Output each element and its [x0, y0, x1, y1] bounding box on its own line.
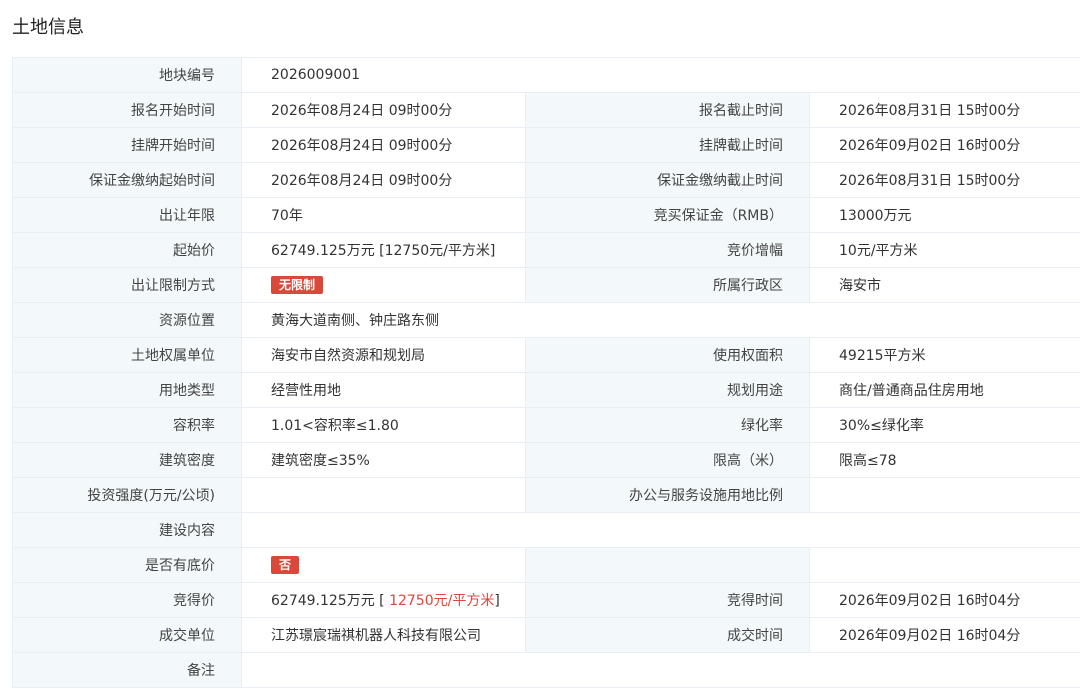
- label-land-owner: 土地权属单位: [12, 337, 242, 373]
- label-deposit-start: 保证金缴纳起始时间: [12, 162, 242, 198]
- value-winning-price: 62749.125万元 [ 12750元/平方米]: [241, 582, 526, 618]
- value-height-limit: 限高≤78: [808, 442, 1080, 478]
- table-row: 资源位置 黄海大道南侧、钟庄路东侧: [12, 302, 1080, 338]
- table-row: 挂牌开始时间 2026年08月24日 09时00分 挂牌截止时间 2026年09…: [12, 127, 1080, 163]
- value-transfer-term: 70年: [241, 197, 526, 233]
- label-building-density: 建筑密度: [12, 442, 242, 478]
- label-use-area: 使用权面积: [525, 337, 810, 373]
- value-empty: [808, 547, 1080, 583]
- value-resource-location: 黄海大道南侧、钟庄路东侧: [240, 302, 1080, 338]
- label-restriction-method: 出让限制方式: [12, 267, 242, 303]
- table-row: 竞得价 62749.125万元 [ 12750元/平方米] 竞得时间 2026年…: [12, 582, 1080, 618]
- label-district: 所属行政区: [525, 267, 810, 303]
- label-winning-time: 竞得时间: [525, 582, 810, 618]
- value-plot-ratio: 1.01<容积率≤1.80: [241, 407, 526, 443]
- table-row: 建筑密度 建筑密度≤35% 限高（米） 限高≤78: [12, 442, 1080, 478]
- value-winning-time: 2026年09月02日 16时04分: [808, 582, 1080, 618]
- table-row: 土地权属单位 海安市自然资源和规划局 使用权面积 49215平方米: [12, 337, 1080, 373]
- label-height-limit: 限高（米）: [525, 442, 810, 478]
- label-green-ratio: 绿化率: [525, 407, 810, 443]
- label-parcel-number: 地块编号: [12, 57, 242, 93]
- value-deal-unit: 江苏璟宸瑞祺机器人科技有限公司: [241, 617, 526, 653]
- winning-price-bracket: ]: [494, 593, 500, 609]
- label-reserve-price: 是否有底价: [12, 547, 242, 583]
- value-restriction-method: 无限制: [241, 267, 526, 303]
- value-use-area: 49215平方米: [808, 337, 1080, 373]
- winning-price-total: 62749.125万元 [: [271, 593, 390, 609]
- label-starting-price: 起始价: [12, 232, 242, 268]
- table-row: 用地类型 经营性用地 规划用途 商住/普通商品住房用地: [12, 372, 1080, 408]
- table-row: 保证金缴纳起始时间 2026年08月24日 09时00分 保证金缴纳截止时间 2…: [12, 162, 1080, 198]
- land-info-table: 地块编号 2026009001 报名开始时间 2026年08月24日 09时00…: [12, 57, 1080, 688]
- label-registration-end: 报名截止时间: [525, 92, 810, 128]
- label-land-type: 用地类型: [12, 372, 242, 408]
- label-planned-use: 规划用途: [525, 372, 810, 408]
- table-row: 是否有底价 否: [12, 547, 1080, 583]
- value-land-owner: 海安市自然资源和规划局: [241, 337, 526, 373]
- label-plot-ratio: 容积率: [12, 407, 242, 443]
- value-construction-content: [240, 512, 1080, 548]
- value-planned-use: 商住/普通商品住房用地: [808, 372, 1080, 408]
- table-row: 成交单位 江苏璟宸瑞祺机器人科技有限公司 成交时间 2026年09月02日 16…: [12, 617, 1080, 653]
- value-listing-end: 2026年09月02日 16时00分: [808, 127, 1080, 163]
- value-deal-time: 2026年09月02日 16时04分: [808, 617, 1080, 653]
- table-row: 地块编号 2026009001: [12, 57, 1080, 93]
- value-reserve-price: 否: [241, 547, 526, 583]
- value-bid-deposit: 13000万元: [808, 197, 1080, 233]
- value-deposit-end: 2026年08月31日 15时00分: [808, 162, 1080, 198]
- table-row: 容积率 1.01<容积率≤1.80 绿化率 30%≤绿化率: [12, 407, 1080, 443]
- value-district: 海安市: [808, 267, 1080, 303]
- value-investment-intensity: [241, 477, 526, 513]
- value-registration-start: 2026年08月24日 09时00分: [241, 92, 526, 128]
- label-listing-end: 挂牌截止时间: [525, 127, 810, 163]
- table-row: 出让年限 70年 竞买保证金（RMB） 13000万元: [12, 197, 1080, 233]
- label-transfer-term: 出让年限: [12, 197, 242, 233]
- value-office-service-ratio: [808, 477, 1080, 513]
- label-winning-price: 竞得价: [12, 582, 242, 618]
- label-construction-content: 建设内容: [12, 512, 242, 548]
- winning-price-unit: 12750元/平方米: [389, 593, 495, 609]
- label-remarks: 备注: [12, 652, 242, 688]
- label-deal-time: 成交时间: [525, 617, 810, 653]
- value-bid-increment: 10元/平方米: [808, 232, 1080, 268]
- label-listing-start: 挂牌开始时间: [12, 127, 242, 163]
- status-badge: 否: [271, 556, 300, 574]
- value-deposit-start: 2026年08月24日 09时00分: [241, 162, 526, 198]
- value-land-type: 经营性用地: [241, 372, 526, 408]
- value-green-ratio: 30%≤绿化率: [808, 407, 1080, 443]
- table-row: 备注: [12, 652, 1080, 688]
- page-title: 土地信息: [12, 17, 84, 38]
- label-deposit-end: 保证金缴纳截止时间: [525, 162, 810, 198]
- label-deal-unit: 成交单位: [12, 617, 242, 653]
- table-row: 投资强度(万元/公顷) 办公与服务设施用地比例: [12, 477, 1080, 513]
- value-building-density: 建筑密度≤35%: [241, 442, 526, 478]
- table-row: 建设内容: [12, 512, 1080, 548]
- table-row: 起始价 62749.125万元 [12750元/平方米] 竞价增幅 10元/平方…: [12, 232, 1080, 268]
- table-row: 报名开始时间 2026年08月24日 09时00分 报名截止时间 2026年08…: [12, 92, 1080, 128]
- label-resource-location: 资源位置: [12, 302, 242, 338]
- label-office-service-ratio: 办公与服务设施用地比例: [525, 477, 810, 513]
- value-remarks: [240, 652, 1080, 688]
- table-row: 出让限制方式 无限制 所属行政区 海安市: [12, 267, 1080, 303]
- label-bid-deposit: 竞买保证金（RMB）: [525, 197, 810, 233]
- value-registration-end: 2026年08月31日 15时00分: [808, 92, 1080, 128]
- label-empty: [525, 547, 810, 583]
- status-badge: 无限制: [271, 276, 324, 294]
- value-listing-start: 2026年08月24日 09时00分: [241, 127, 526, 163]
- label-registration-start: 报名开始时间: [12, 92, 242, 128]
- value-starting-price: 62749.125万元 [12750元/平方米]: [241, 232, 526, 268]
- value-parcel-number: 2026009001: [240, 57, 1080, 93]
- label-investment-intensity: 投资强度(万元/公顷): [12, 477, 242, 513]
- label-bid-increment: 竞价增幅: [525, 232, 810, 268]
